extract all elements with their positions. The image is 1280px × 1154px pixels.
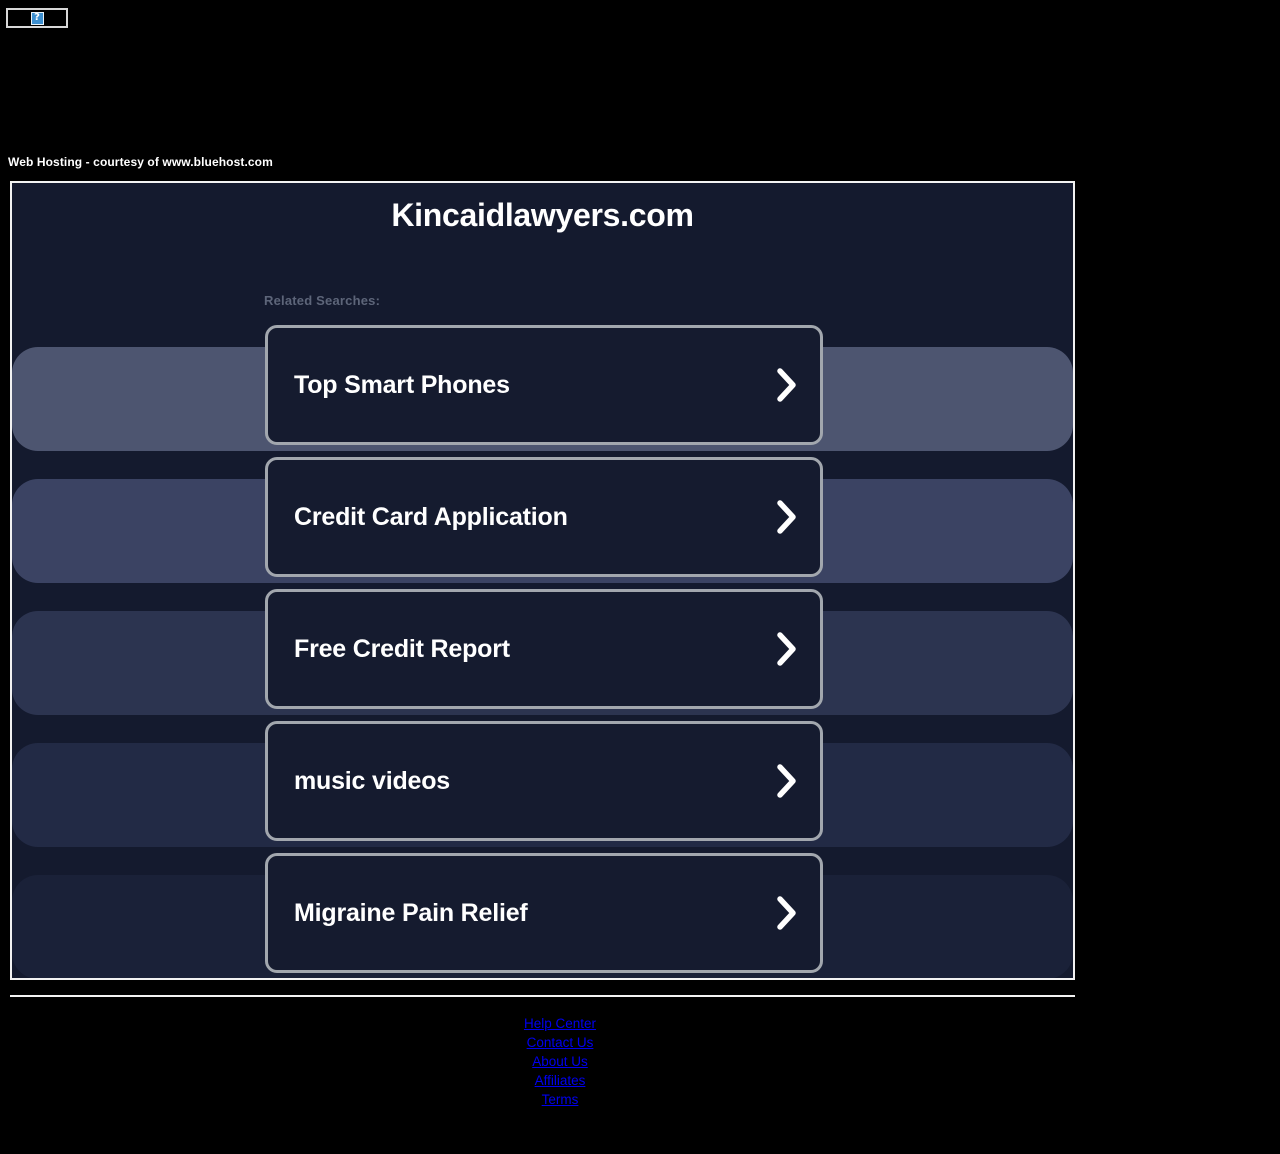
footer-link-affiliates[interactable]: Affiliates <box>10 1071 1110 1090</box>
hosting-notice: Web Hosting - courtesy of www.bluehost.c… <box>8 155 273 169</box>
related-search-label: Credit Card Application <box>294 502 568 531</box>
related-search-label: Migraine Pain Relief <box>294 898 528 927</box>
parked-domain-container: Kincaidlawyers.com Related Searches: Top… <box>10 181 1075 980</box>
footer-link-help-center[interactable]: Help Center <box>10 1014 1110 1033</box>
broken-image-placeholder: ? <box>6 8 68 28</box>
related-search-card-5[interactable]: Migraine Pain Relief <box>265 853 823 973</box>
related-search-card-3[interactable]: Free Credit Report <box>265 589 823 709</box>
chevron-right-icon <box>777 764 796 798</box>
related-search-card-4[interactable]: music videos <box>265 721 823 841</box>
footer-link-terms[interactable]: Terms <box>10 1090 1110 1109</box>
related-search-label: Top Smart Phones <box>294 370 510 399</box>
related-searches-label: Related Searches: <box>264 293 381 308</box>
chevron-right-icon <box>777 500 796 534</box>
page-title: Kincaidlawyers.com <box>391 197 694 233</box>
related-search-card-1[interactable]: Top Smart Phones <box>265 325 823 445</box>
related-search-label: Free Credit Report <box>294 634 510 663</box>
chevron-right-icon <box>777 368 796 402</box>
chevron-right-icon <box>777 896 796 930</box>
broken-image-icon: ? <box>30 11 44 25</box>
related-search-label: music videos <box>294 766 450 795</box>
footer-link-contact-us[interactable]: Contact Us <box>10 1033 1110 1052</box>
footer-divider <box>10 995 1075 997</box>
footer-link-about-us[interactable]: About Us <box>10 1052 1110 1071</box>
related-searches-list: Top Smart Phones Credit Card Application… <box>265 325 823 973</box>
chevron-right-icon <box>777 632 796 666</box>
footer-links: Help Center Contact Us About Us Affiliat… <box>10 1014 1110 1109</box>
related-search-card-2[interactable]: Credit Card Application <box>265 457 823 577</box>
